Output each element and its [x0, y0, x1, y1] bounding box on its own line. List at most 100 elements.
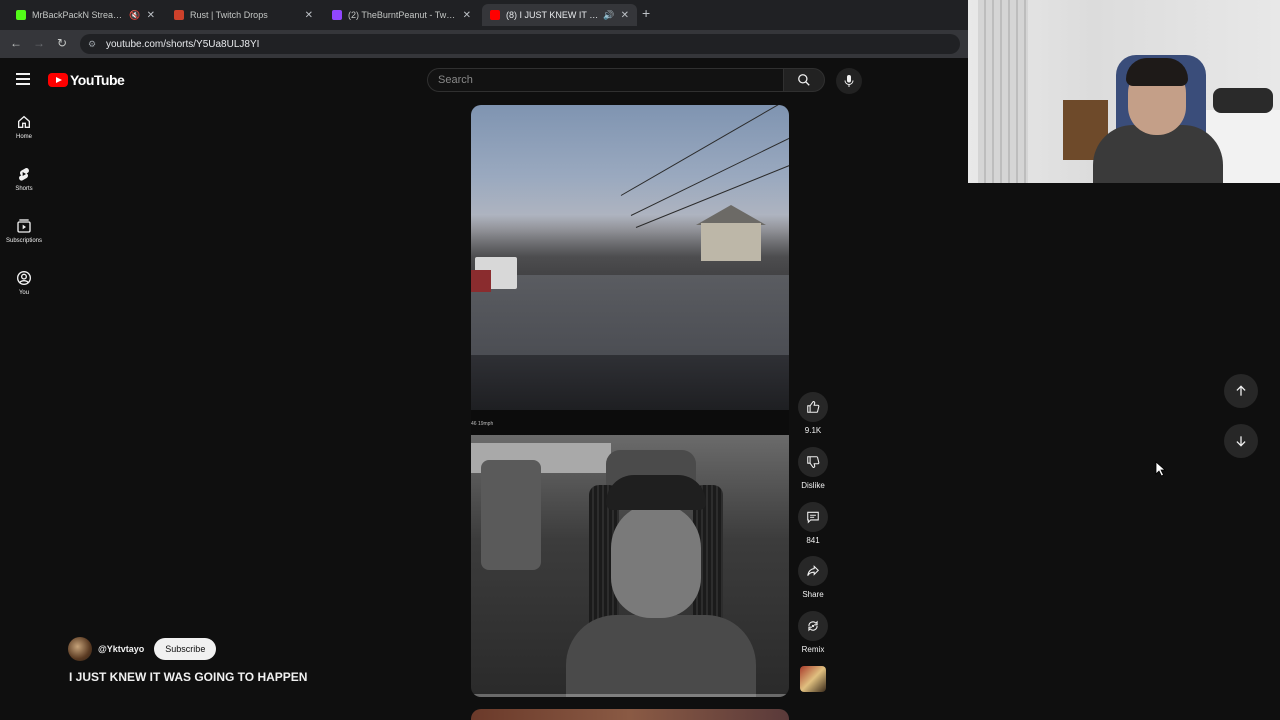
share-label: Share: [802, 590, 824, 599]
shorts-icon: [19, 167, 29, 181]
video-divider: [471, 410, 789, 435]
like-count: 9.1K: [804, 426, 822, 435]
tab-title: Rust | Twitch Drops: [190, 10, 268, 20]
channel-info: @Yktvtayo Subscribe: [68, 637, 217, 661]
video-scene-house: [701, 223, 761, 261]
share-icon: [807, 565, 819, 576]
video-title[interactable]: I JUST KNEW IT WAS GOING TO HAPPEN: [69, 670, 307, 684]
webcam-person-hair: [1126, 58, 1188, 86]
comment-icon: [807, 511, 819, 524]
sidebar-item-label: Shorts: [15, 186, 33, 192]
next-short-button[interactable]: [1224, 424, 1258, 458]
reload-icon[interactable]: ↻: [57, 36, 67, 50]
next-short-preview[interactable]: [471, 709, 789, 720]
remix-label: Remix: [801, 645, 825, 654]
sidebar-item-subscriptions[interactable]: Subscriptions: [0, 210, 48, 262]
close-tab-icon[interactable]: ✕: [147, 10, 155, 21]
microphone-icon: [844, 75, 854, 87]
channel-avatar[interactable]: [68, 637, 92, 661]
site-info-icon[interactable]: ⚙: [88, 39, 98, 49]
speed-overlay: 46 19mph: [471, 421, 494, 427]
sidebar-item-shorts[interactable]: Shorts: [0, 158, 48, 210]
video-scene-dashboard: [471, 355, 789, 410]
browser-tabbar: MrBackPackN Stream - Wa 🔇 ✕ Rust | Twitc…: [0, 0, 968, 30]
webcam-clothes: [1213, 88, 1273, 113]
sidebar: Home Shorts Subscriptions You: [0, 106, 48, 314]
video-scene-roof: [696, 205, 766, 225]
voice-search-button[interactable]: [836, 68, 862, 94]
search-icon: [798, 74, 810, 86]
twitch-favicon-icon: [332, 10, 342, 20]
forward-icon[interactable]: →: [33, 36, 45, 50]
browser-tab-1[interactable]: MrBackPackN Stream - Wa 🔇 ✕: [8, 4, 163, 26]
search-box: [427, 68, 783, 92]
new-tab-icon[interactable]: +: [642, 5, 650, 21]
close-tab-icon[interactable]: ✕: [463, 10, 471, 21]
like-action: 9.1K: [795, 392, 831, 435]
thumbs-up-icon: [807, 401, 820, 413]
share-action: Share: [795, 556, 831, 599]
kick-favicon-icon: [16, 10, 26, 20]
video-scene-road: [471, 275, 789, 365]
youtube-header: YouTube: [0, 58, 968, 102]
share-button[interactable]: [798, 556, 828, 586]
shorts-video-player[interactable]: 46 19mph: [471, 105, 789, 697]
webcam-overlay: [968, 0, 1280, 183]
webcam-curtain: [978, 0, 1028, 183]
sound-thumbnail[interactable]: [800, 666, 826, 692]
rust-favicon-icon: [174, 10, 184, 20]
home-icon: [18, 115, 30, 128]
muted-icon[interactable]: 🔇: [129, 10, 140, 21]
channel-handle[interactable]: @Yktvtayo: [98, 644, 144, 654]
youtube-favicon-icon: [490, 10, 500, 20]
video-scene-car: [471, 270, 491, 292]
previous-short-button[interactable]: [1224, 374, 1258, 408]
comment-action: 841: [795, 502, 831, 545]
thumbs-down-icon: [807, 456, 820, 468]
youtube-logo[interactable]: YouTube: [48, 72, 125, 88]
search-input[interactable]: [428, 69, 783, 91]
remix-action: Remix: [795, 611, 831, 654]
search-button[interactable]: [783, 68, 825, 92]
mouse-cursor-icon: [1155, 461, 1167, 477]
sidebar-item-label: You: [18, 290, 30, 296]
close-tab-icon[interactable]: ✕: [621, 10, 629, 21]
sidebar-item-label: Subscriptions: [5, 238, 43, 244]
arrow-up-icon: [1236, 385, 1246, 396]
menu-icon[interactable]: [16, 73, 30, 85]
audio-playing-icon[interactable]: 🔊: [603, 10, 614, 21]
browser-tab-3[interactable]: (2) TheBurntPeanut - Twitch ✕: [324, 4, 479, 26]
url-text: youtube.com/shorts/Y5Ua8ULJ8YI: [106, 38, 260, 50]
comments-button[interactable]: [798, 502, 828, 532]
browser-toolbar: ← → ↻ ⚙ youtube.com/shorts/Y5Ua8ULJ8YI: [0, 30, 968, 58]
logo-text: YouTube: [70, 72, 125, 88]
tab-title: (2) TheBurntPeanut - Twitch: [348, 10, 457, 20]
video-progress-bar[interactable]: [471, 694, 789, 697]
browser-tab-2[interactable]: Rust | Twitch Drops ✕: [166, 4, 321, 26]
sidebar-item-you[interactable]: You: [0, 262, 48, 314]
address-bar[interactable]: ⚙ youtube.com/shorts/Y5Ua8ULJ8YI: [80, 34, 960, 54]
sidebar-item-home[interactable]: Home: [0, 106, 48, 158]
dislike-label: Dislike: [801, 481, 825, 490]
video-scene-hair: [606, 475, 706, 510]
dislike-button[interactable]: [798, 447, 828, 477]
you-icon: [17, 271, 31, 285]
close-tab-icon[interactable]: ✕: [305, 10, 313, 21]
subscriptions-icon: [17, 219, 31, 233]
like-button[interactable]: [798, 392, 828, 422]
tab-title: (8) I JUST KNEW IT WAS GO: [506, 10, 599, 20]
dislike-action: Dislike: [795, 447, 831, 490]
remix-button[interactable]: [798, 611, 828, 641]
remix-icon: [808, 620, 818, 632]
sidebar-item-label: Home: [15, 134, 32, 140]
subscribe-button[interactable]: Subscribe: [154, 638, 217, 660]
back-icon[interactable]: ←: [10, 36, 22, 50]
tab-title: MrBackPackN Stream - Wa: [32, 10, 125, 20]
video-scene-face: [611, 503, 701, 618]
video-scene-seat: [481, 460, 541, 570]
arrow-down-icon: [1236, 436, 1246, 447]
comment-count: 841: [806, 536, 820, 545]
screen: MrBackPackN Stream - Wa 🔇 ✕ Rust | Twitc…: [0, 0, 1280, 720]
video-scene-shirt: [566, 615, 756, 697]
browser-tab-4[interactable]: (8) I JUST KNEW IT WAS GO 🔊 ✕: [482, 4, 637, 26]
